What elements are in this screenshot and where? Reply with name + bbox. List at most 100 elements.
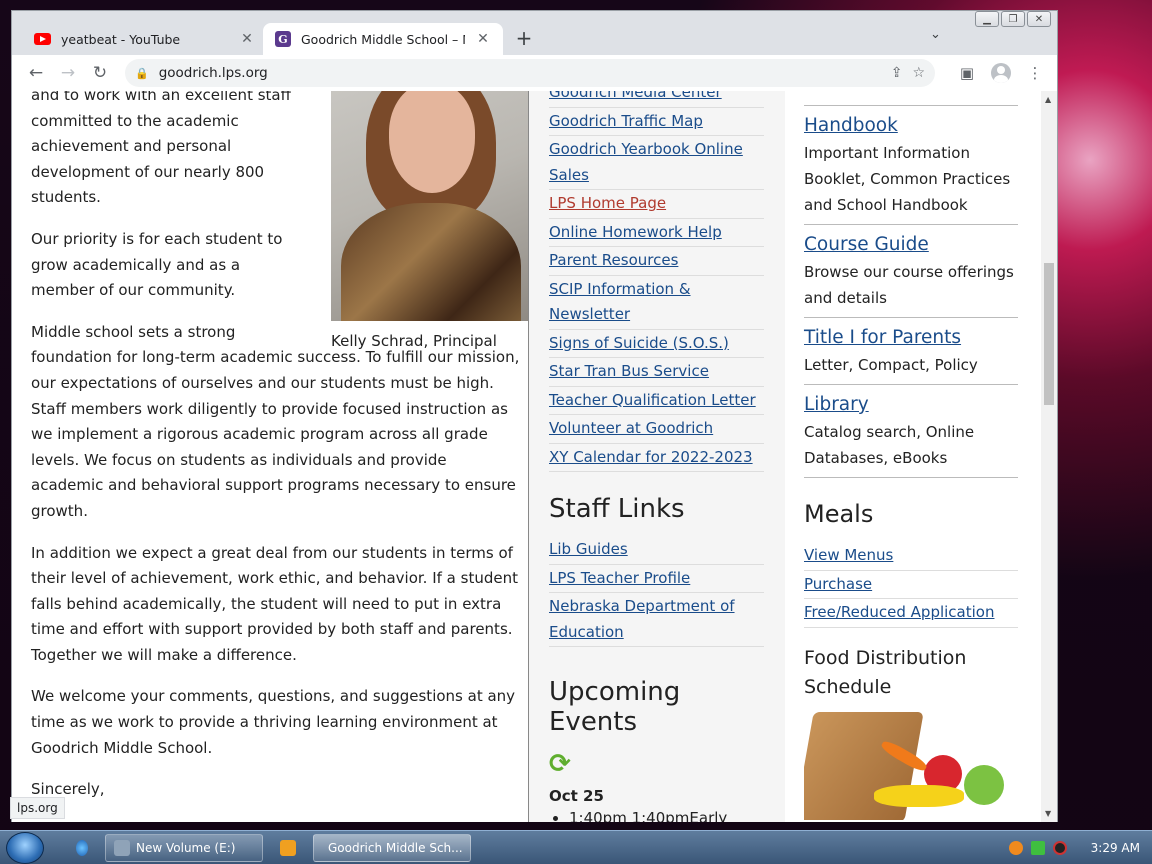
system-tray: 3:29 AM xyxy=(1008,831,1152,864)
column-divider xyxy=(528,91,529,822)
clock[interactable]: 3:29 AM xyxy=(1091,841,1140,855)
link-status-bubble: lps.org xyxy=(10,797,65,819)
course-guide-link[interactable]: Course Guide xyxy=(804,231,1018,259)
side-panel-icon[interactable]: ▣ xyxy=(953,59,981,87)
address-bar[interactable]: 🔒 goodrich.lps.org ⇪ ☆ xyxy=(125,59,935,87)
upcoming-events-heading: Upcoming Events xyxy=(549,677,681,737)
principal-message: Kelly Schrad, Principal and to work with… xyxy=(31,91,530,819)
link-nebraska-dept-education[interactable]: Nebraska Department of Education xyxy=(549,597,735,641)
scroll-thumb[interactable] xyxy=(1044,263,1054,405)
lock-icon: 🔒 xyxy=(135,66,149,80)
minimize-icon[interactable]: ▁ xyxy=(975,11,999,27)
network-tray-icon[interactable] xyxy=(1030,841,1045,855)
link-lps-home-page[interactable]: LPS Home Page xyxy=(549,194,666,212)
message-paragraph: In addition we expect a great deal from … xyxy=(31,543,518,664)
tab-close-icon[interactable]: ✕ xyxy=(239,31,255,47)
forward-arrow-icon[interactable]: → xyxy=(52,57,84,89)
card-description: Catalog search, Online Databases, eBooks xyxy=(804,423,975,467)
staff-links-heading: Staff Links xyxy=(549,494,685,524)
resource-card: Library Catalog search, Online Databases… xyxy=(804,385,1018,478)
link-teacher-qualification-letter[interactable]: Teacher Qualification Letter xyxy=(549,391,756,409)
message-paragraph: Sincerely, xyxy=(31,780,105,799)
page-viewport: Kelly Schrad, Principal and to work with… xyxy=(12,91,1043,822)
link-free-reduced-application[interactable]: Free/Reduced Application xyxy=(804,603,994,621)
drive-icon xyxy=(114,840,130,856)
resource-card: Title I for Parents Letter, Compact, Pol… xyxy=(804,318,1018,385)
principal-photo-block: Kelly Schrad, Principal xyxy=(331,91,531,355)
url-text: goodrich.lps.org xyxy=(158,65,268,81)
photo-caption: Kelly Schrad, Principal xyxy=(331,332,497,350)
app-tray-icon[interactable] xyxy=(1052,841,1067,855)
link-lib-guides[interactable]: Lib Guides xyxy=(549,540,628,558)
taskbar-item-chrome[interactable]: Goodrich Middle Sch... xyxy=(313,834,471,862)
menu-kebab-icon[interactable]: ⋮ xyxy=(1021,59,1049,87)
start-button-icon[interactable] xyxy=(6,832,44,864)
taskbar-label: Goodrich Middle Sch... xyxy=(328,841,463,855)
bookmark-star-icon[interactable]: ☆ xyxy=(912,65,925,81)
quick-links-list: Goodrich Media Center Goodrich Traffic M… xyxy=(549,91,764,472)
taskbar-label: New Volume (E:) xyxy=(136,841,236,855)
link-view-menus[interactable]: View Menus xyxy=(804,546,893,564)
refresh-events-icon[interactable]: ⟳ xyxy=(549,749,764,779)
link-parent-resources[interactable]: Parent Resources xyxy=(549,251,678,269)
quick-links-column: Goodrich Media Center Goodrich Traffic M… xyxy=(549,91,764,822)
profile-avatar-icon[interactable] xyxy=(987,59,1015,87)
handbook-link[interactable]: Handbook xyxy=(804,112,1018,140)
link-purchase[interactable]: Purchase xyxy=(804,575,872,593)
link-yearbook-online-sales[interactable]: Goodrich Yearbook Online Sales xyxy=(549,140,743,184)
grocery-bag-image[interactable] xyxy=(804,710,1018,820)
close-window-icon[interactable]: ✕ xyxy=(1027,11,1051,27)
library-link[interactable]: Library xyxy=(804,391,1018,419)
link-goodrich-media-center[interactable]: Goodrich Media Center xyxy=(549,91,722,101)
link-online-homework-help[interactable]: Online Homework Help xyxy=(549,223,722,241)
browser-toolbar: ← → ↻ 🔒 goodrich.lps.org ⇪ ☆ ▣ ⋮ xyxy=(12,55,1057,91)
link-scip-information[interactable]: SCIP Information & Newsletter xyxy=(549,280,691,324)
card-description: Browse our course offerings and details xyxy=(804,263,1014,307)
reload-icon[interactable]: ↻ xyxy=(84,57,116,89)
search-tray-icon[interactable] xyxy=(1008,841,1023,855)
youtube-icon xyxy=(34,33,51,45)
meals-links: View Menus Purchase Free/Reduced Applica… xyxy=(804,542,1018,628)
link-star-tran-bus[interactable]: Star Tran Bus Service xyxy=(549,362,709,380)
tab-title: Goodrich Middle School – Maxim xyxy=(301,31,465,47)
resource-card: Course Guide Browse our course offerings… xyxy=(804,225,1018,318)
resources-column: Handbook Important Information Booklet, … xyxy=(804,105,1018,820)
link-xy-calendar[interactable]: XY Calendar for 2022-2023 xyxy=(549,448,753,466)
message-paragraph: We welcome your comments, questions, and… xyxy=(31,687,516,757)
link-goodrich-traffic-map[interactable]: Goodrich Traffic Map xyxy=(549,112,703,130)
title-i-link[interactable]: Title I for Parents xyxy=(804,324,1018,352)
restore-icon[interactable]: ❐ xyxy=(1001,11,1025,27)
tab-search-chevron-icon[interactable]: ⌄ xyxy=(930,27,941,42)
scroll-down-icon[interactable]: ▼ xyxy=(1045,809,1051,818)
card-description: Letter, Compact, Policy xyxy=(804,356,978,374)
media-player-icon[interactable] xyxy=(272,834,304,862)
meals-heading: Meals xyxy=(804,500,874,528)
event-list: 1:40pm 1:40pmEarly Dismissal xyxy=(569,805,764,822)
tab-goodrich[interactable]: G Goodrich Middle School – Maxim ✕ xyxy=(263,23,503,55)
tab-youtube[interactable]: yeatbeat - YouTube ✕ xyxy=(22,23,267,55)
event-date: Oct 25 xyxy=(549,787,604,805)
link-signs-of-suicide[interactable]: Signs of Suicide (S.O.S.) xyxy=(549,334,729,352)
ie-icon[interactable] xyxy=(68,834,96,862)
tab-strip: yeatbeat - YouTube ✕ G Goodrich Middle S… xyxy=(12,11,1057,55)
principal-photo xyxy=(331,91,530,321)
link-lps-teacher-profile[interactable]: LPS Teacher Profile xyxy=(549,569,690,587)
browser-window: yeatbeat - YouTube ✕ G Goodrich Middle S… xyxy=(11,10,1058,822)
resource-card: Handbook Important Information Booklet, … xyxy=(804,106,1018,225)
vertical-scrollbar[interactable]: ▲ ▼ xyxy=(1041,91,1057,822)
scroll-up-icon[interactable]: ▲ xyxy=(1045,95,1051,104)
share-icon[interactable]: ⇪ xyxy=(891,65,903,81)
staff-links-list: Lib Guides LPS Teacher Profile Nebraska … xyxy=(549,536,764,647)
event-item[interactable]: 1:40pm 1:40pmEarly Dismissal xyxy=(569,805,764,822)
new-tab-icon[interactable]: + xyxy=(512,26,536,50)
link-volunteer-at-goodrich[interactable]: Volunteer at Goodrich xyxy=(549,419,713,437)
taskbar-item-new-volume[interactable]: New Volume (E:) xyxy=(105,834,263,862)
message-paragraph: Our priority is for each student to grow… xyxy=(31,229,283,300)
food-distribution-heading: Food Distribution Schedule xyxy=(804,646,967,698)
tab-title: yeatbeat - YouTube xyxy=(61,31,181,47)
window-controls: ▁ ❐ ✕ xyxy=(975,11,1051,27)
message-paragraph: and to work with an excellent staff comm… xyxy=(31,91,291,207)
back-arrow-icon[interactable]: ← xyxy=(20,57,52,89)
tab-close-icon[interactable]: ✕ xyxy=(475,31,491,47)
card-description: Important Information Booklet, Common Pr… xyxy=(804,144,1011,214)
